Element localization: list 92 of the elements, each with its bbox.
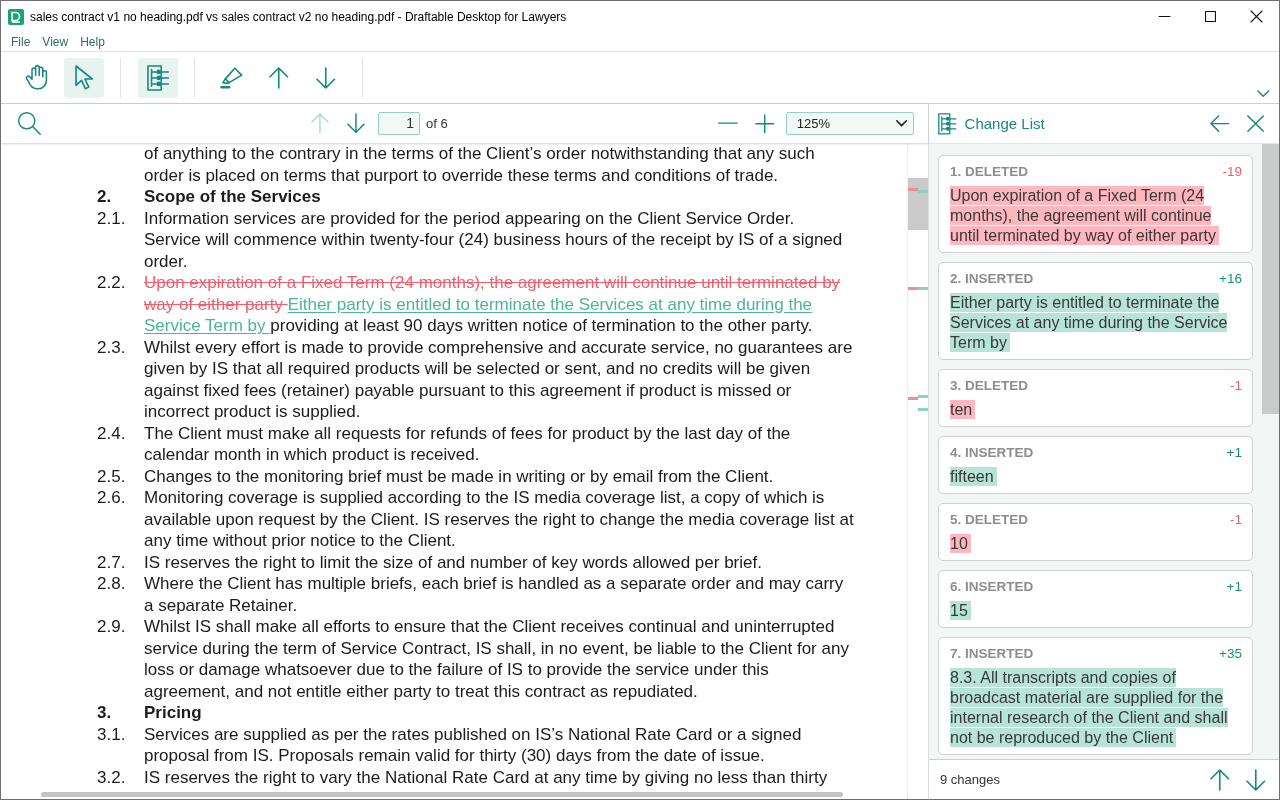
close-icon	[1247, 114, 1265, 133]
clause-number: 2.8.	[97, 573, 127, 595]
arrow-left-icon	[1210, 114, 1230, 133]
changed-text: Either party is entitled to terminate the Services at any time during the Service Term by	[950, 293, 1229, 353]
change-summary: 9 changes	[940, 772, 1000, 787]
arrow-up-icon	[311, 113, 329, 134]
change-list-icon	[938, 112, 957, 135]
app-logo-icon	[8, 8, 24, 25]
change-card[interactable]: 2. INSERTED +16 Either party is entitled to terminate the Services at any time during the Service Term by	[938, 262, 1253, 360]
horizontal-scrollbar-thumb[interactable]	[41, 792, 843, 797]
clause-text: IS reserves the right to limit the size of and number of key words allowed per brief.	[144, 551, 763, 573]
clause-text: Information services are provided for the period appearing on the Client Service Order. Service will commence within twenty-four (24) business hours of the receipt by IS of a signed order.	[144, 207, 844, 272]
clause-number: 2.3.	[97, 336, 127, 359]
chevron-down-icon	[895, 120, 907, 127]
maximize-icon	[1204, 11, 1216, 22]
clause-number: 2.5.	[97, 465, 127, 487]
arrow-down-icon	[1246, 768, 1266, 791]
search-icon	[18, 111, 42, 136]
clause-number: 3.1.	[97, 723, 127, 746]
change-type-label: 1. DELETED	[950, 164, 1028, 180]
change-list-icon	[146, 64, 170, 91]
page-field[interactable]: 1	[378, 112, 420, 135]
zoom-select[interactable]: 125%	[785, 112, 914, 135]
changed-text: 8.3. All transcripts and copies of broadcast material are supplied for the internal research of the Client and shall not be reproduced by the Client	[950, 668, 1229, 748]
close-icon	[1250, 11, 1262, 22]
change-card[interactable]: 5. DELETED -1 10	[938, 503, 1253, 561]
change-count: +1	[1226, 445, 1242, 461]
menu-item[interactable]: Help	[74, 33, 111, 50]
changed-text: 15	[950, 601, 1242, 621]
change-marker	[918, 408, 928, 411]
clause-number: 2.2.	[97, 272, 127, 294]
clause-text: IS reserves the right to vary the National Rate Card at any time by giving no less than thirty	[144, 766, 829, 788]
window-title: sales contract v1 no heading.pdf vs sales contract v2 no heading.pdf - Draftable Desktop for Lawyers	[30, 9, 567, 24]
change-type-label: 7. INSERTED	[950, 646, 1034, 662]
panel-title: Change List	[964, 115, 1045, 132]
clause-number: 3.2.	[97, 766, 127, 788]
arrow-up-icon	[269, 66, 289, 89]
highlighter-icon	[220, 66, 244, 89]
section-number: 2.	[97, 186, 113, 208]
clause-text: Upon expiration of a Fixed Term (24 months), the agreement will continue until terminated by way of either party Either party is entitled to terminate the Services at any time during the Service Term by providing at least 90 days written notice of termination to the other party.	[144, 272, 842, 337]
change-card[interactable]: 6. INSERTED +1 15	[938, 570, 1253, 628]
clause-number: 2.7.	[97, 551, 127, 573]
changed-text: fifteen	[950, 467, 1242, 487]
menu-item[interactable]: File	[5, 33, 37, 50]
clause-number: 2.1.	[97, 207, 127, 230]
section-number: 3.	[97, 702, 113, 724]
clause-text: Services are supplied as per the rates published on IS’s National Rate Card or a signed proposal from IS. Proposals remain valid for thirty (30) days from the date of issue.	[144, 723, 803, 767]
overview-scroll-thumb[interactable]	[908, 178, 928, 230]
arrow-up-icon	[1210, 768, 1230, 791]
change-list-button[interactable]	[138, 57, 178, 98]
clause-number: 2.6.	[97, 487, 127, 509]
clause-number: 2.4.	[97, 422, 127, 445]
clause-text: of anything to the contrary in the terms of the Client’s order notwithstanding that any such order is placed on terms that purport to override these terms and conditions of trade.	[144, 143, 816, 186]
hand-icon	[25, 65, 49, 90]
plus-icon	[755, 113, 775, 134]
clause-number: 2.9.	[97, 616, 127, 638]
change-type-label: 2. INSERTED	[950, 271, 1034, 287]
change-count: +1	[1226, 579, 1242, 595]
change-count: -19	[1222, 164, 1242, 180]
clause-text: Whilst every effort is made to provide comprehensive and accurate service, no guarantees are given by IS that all required products will be selected or sent, and no credits will be given against fixed fees (retainer) payable pursuant to this agreement if product is missed or incorrect product is supplied.	[144, 336, 854, 423]
change-count: -1	[1230, 378, 1242, 394]
change-card[interactable]: 4. INSERTED +1 fifteen	[938, 436, 1253, 494]
change-type-label: 6. INSERTED	[950, 579, 1034, 595]
pointer-icon	[74, 65, 94, 90]
section-heading: Pricing	[144, 702, 203, 724]
change-type-label: 4. INSERTED	[950, 445, 1034, 461]
minus-icon	[717, 122, 738, 125]
select-tool-button[interactable]	[64, 57, 104, 98]
arrow-down-icon	[347, 113, 365, 134]
clause-text: Where the Client has multiple briefs, each brief is handled as a separate order and may carry a separate Retainer.	[144, 573, 845, 616]
clause-text: Whilst IS shall make all efforts to ensure that the Client receives continual and uninterrupted service during the term of Service Contract, IS shall, in no event, be liable to the Client for any loss or damage whatsoever due to the failure of IS to provide the service under this agreement, and not entitle either party to treat this contract as repudiated.	[144, 616, 850, 702]
clause-text: Changes to the monitoring brief must be made in writing or by email from the Client.	[144, 465, 775, 487]
change-count: +16	[1219, 271, 1242, 287]
change-card[interactable]: 7. INSERTED +35 8.3. All transcripts and copies of broadcast material are supplied for the internal research of the Client and shall not be reproduced by the Client	[938, 637, 1253, 755]
change-type-label: 3. DELETED	[950, 378, 1028, 394]
change-card[interactable]: 1. DELETED -19 Upon expiration of a Fixed Term (24 months), the agreement will continue until terminated by way of either party	[938, 155, 1253, 253]
changed-text: 10	[950, 534, 1242, 554]
page-count: of 6	[426, 116, 448, 131]
collapse-toolbar-button[interactable]	[1257, 89, 1270, 97]
menu-item[interactable]: View	[36, 33, 75, 50]
change-count: +35	[1219, 646, 1242, 662]
change-count: -1	[1230, 512, 1242, 528]
changed-text: ten	[950, 400, 1242, 420]
minimize-icon	[1158, 15, 1170, 18]
arrow-down-icon	[316, 66, 336, 89]
clause-text: Monitoring coverage is supplied according to the IS media coverage list, a copy of which is available upon request by the Client. IS reserves the right to change the media coverage list at any time without prior notice to the Client.	[144, 487, 854, 552]
clause-text: The Client must make all requests for refunds of fees for product by the last day of the calendar month in which product is received.	[144, 422, 792, 466]
chevron-down-icon	[1257, 89, 1270, 97]
change-type-label: 5. DELETED	[950, 512, 1028, 528]
scrollbar-thumb[interactable]	[1262, 144, 1279, 414]
section-heading: Scope of the Services	[144, 186, 322, 208]
change-card[interactable]: 3. DELETED -1 ten	[938, 369, 1253, 427]
